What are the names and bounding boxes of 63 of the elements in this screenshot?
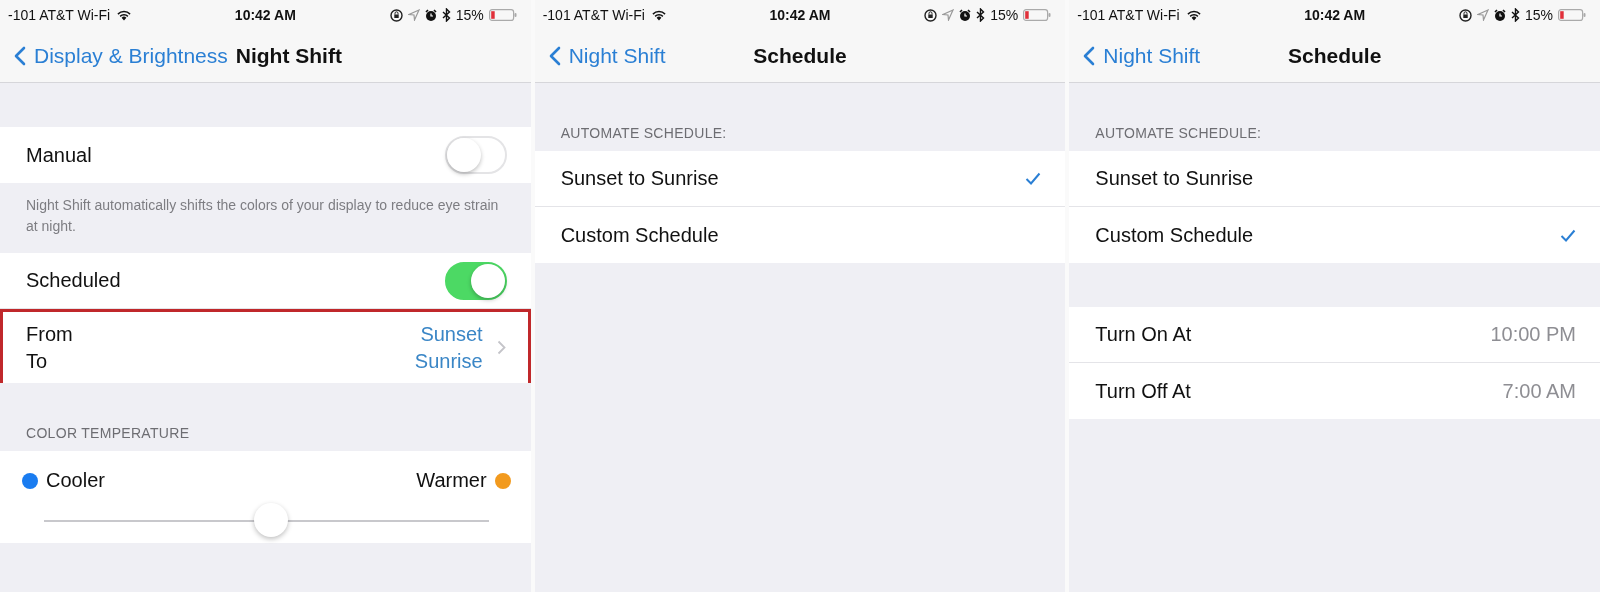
checkmark-icon (1560, 228, 1576, 242)
screen-title: Night Shift (235, 44, 342, 68)
option-row[interactable]: Custom Schedule (534, 207, 1066, 263)
carrier-text: -101 AT&T Wi-Fi (8, 7, 111, 23)
setting-value: Sunset (420, 322, 483, 346)
bluetooth-icon (976, 8, 986, 22)
setting-value: Sunrise (414, 349, 483, 373)
battery-percent-text: 15% (990, 7, 1019, 23)
section-header: AUTOMATE SCHEDULE: (1095, 125, 1262, 141)
wifi-icon (116, 9, 133, 21)
section-header: COLOR TEMPERATURE (26, 425, 190, 441)
battery-icon (1558, 9, 1586, 21)
setting-value: 7:00 AM (1502, 379, 1576, 403)
setting-label: Turn On At (1095, 323, 1192, 346)
back-chevron-icon (1083, 46, 1096, 66)
setting-label: To (26, 349, 49, 373)
rotation-lock-icon (924, 8, 938, 22)
back-button[interactable]: Night Shift (548, 44, 666, 68)
clock-text: 10:42 AM (769, 7, 831, 23)
slider-label: Warmer (416, 469, 487, 492)
section-header: AUTOMATE SCHEDULE: (560, 125, 727, 141)
wifi-icon (1185, 9, 1202, 21)
bluetooth-icon (441, 8, 451, 22)
battery-icon (1023, 9, 1052, 21)
alarm-icon (424, 8, 437, 22)
option-row[interactable]: Sunset to Sunrise (534, 151, 1066, 207)
bluetooth-icon (1510, 8, 1520, 22)
setting-label: From (26, 322, 73, 346)
screen-title: Schedule (753, 44, 847, 68)
location-icon (942, 9, 955, 21)
back-button[interactable]: Night Shift (1083, 44, 1201, 68)
wifi-icon (650, 9, 667, 21)
toggle-switch[interactable] (444, 261, 507, 300)
alarm-icon (1493, 8, 1506, 22)
setting-label: Manual (26, 143, 92, 167)
setting-label: Turn Off At (1095, 379, 1191, 403)
battery-icon (488, 9, 517, 21)
rotation-lock-icon (1458, 8, 1472, 22)
location-icon (407, 9, 420, 21)
section-footer: Night Shift automatically shifts the colors of your display to reduce eye strain at night. (26, 197, 499, 234)
battery-percent-text: 15% (1524, 7, 1553, 23)
carrier-text: -101 AT&T Wi-Fi (542, 7, 645, 23)
slider-thumb[interactable] (253, 503, 288, 537)
back-chevron-icon (548, 46, 561, 66)
slider-label: Cooler (46, 469, 105, 492)
rotation-lock-icon (389, 8, 403, 22)
location-icon (1476, 9, 1489, 21)
back-button[interactable]: Display & Brightness (14, 44, 228, 68)
schedule-row[interactable]: From To Sunset Sunrise (0, 309, 531, 383)
battery-percent-text: 15% (455, 7, 484, 23)
setting-value: 10:00 PM (1490, 323, 1576, 346)
back-chevron-icon (14, 46, 26, 66)
option-row[interactable]: Custom Schedule (1069, 207, 1600, 263)
toggle-switch[interactable] (444, 136, 507, 174)
chevron-right-icon (496, 340, 506, 355)
screen-title: Schedule (1287, 44, 1382, 68)
alarm-icon (959, 8, 972, 22)
clock-text: 10:42 AM (1304, 7, 1366, 23)
carrier-text: -101 AT&T Wi-Fi (1077, 7, 1180, 23)
clock-text: 10:42 AM (234, 7, 296, 23)
setting-label: Scheduled (26, 269, 121, 292)
checkmark-icon (1025, 172, 1042, 185)
option-row[interactable]: Sunset to Sunrise (1069, 151, 1600, 207)
